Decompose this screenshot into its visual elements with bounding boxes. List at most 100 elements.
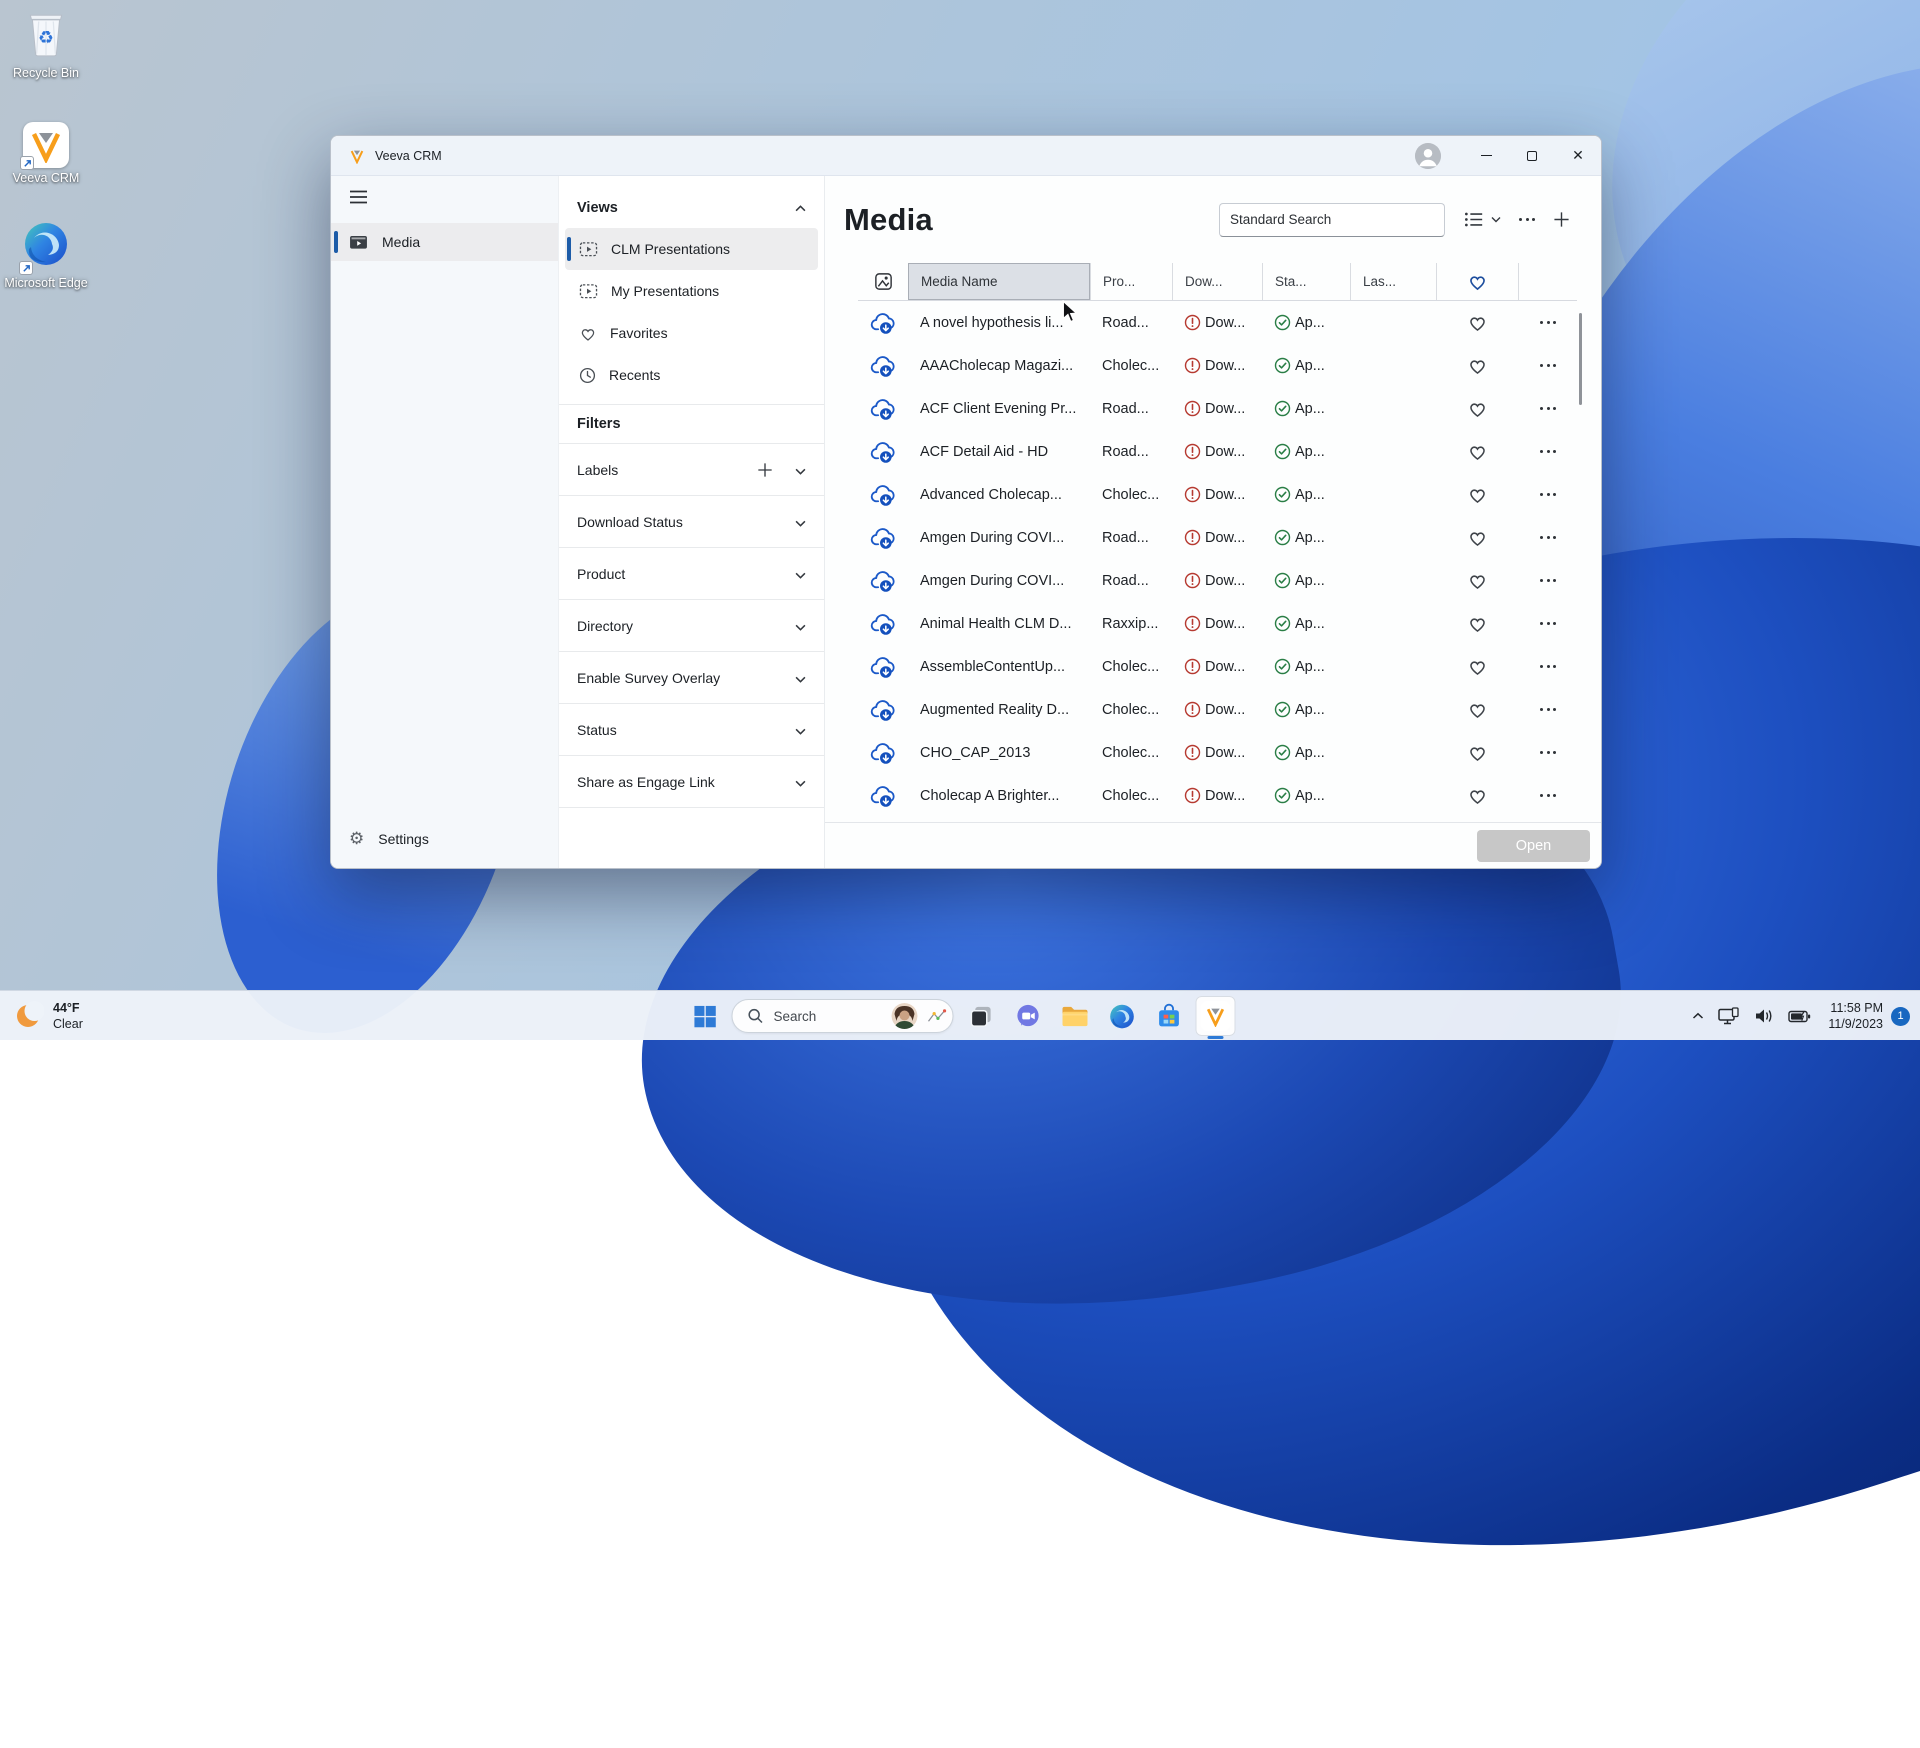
download-status: Dow... bbox=[1172, 529, 1262, 546]
desktop-icon-label: Recycle Bin bbox=[13, 66, 79, 82]
more-icon bbox=[1540, 579, 1556, 582]
hamburger-menu-button[interactable] bbox=[349, 190, 369, 209]
table-row[interactable]: ACF Detail Aid - HD Road... Dow... Ap... bbox=[858, 430, 1577, 473]
tray-volume-button[interactable] bbox=[1747, 1008, 1781, 1024]
close-button[interactable]: ✕ bbox=[1555, 136, 1601, 175]
desktop-icon-recycle-bin[interactable]: ♻ Recycle Bin bbox=[0, 10, 92, 82]
weather-widget[interactable]: 44°F Clear bbox=[14, 991, 83, 1041]
row-more-button[interactable] bbox=[1518, 708, 1578, 711]
filter-row[interactable]: Enable Survey Overlay bbox=[559, 652, 824, 704]
table-row[interactable]: ACF Client Evening Pr... Road... Dow... … bbox=[858, 387, 1577, 430]
filter-row[interactable]: Labels bbox=[559, 444, 824, 496]
column-header-status[interactable]: Sta... bbox=[1262, 263, 1350, 300]
add-label-button[interactable] bbox=[757, 462, 773, 478]
table-row[interactable]: CHO_CAP_2013 Cholec... Dow... Ap... bbox=[858, 731, 1577, 774]
row-more-button[interactable] bbox=[1518, 579, 1578, 582]
tray-chevron-up-button[interactable] bbox=[1685, 1012, 1711, 1020]
edge-button[interactable] bbox=[1102, 996, 1142, 1036]
row-more-button[interactable] bbox=[1518, 622, 1578, 625]
tray-clock[interactable]: 11:58 PM 11/9/2023 bbox=[1828, 1000, 1883, 1033]
row-more-button[interactable] bbox=[1518, 364, 1578, 367]
favorite-heart-button[interactable] bbox=[1436, 743, 1518, 762]
filter-row[interactable]: Product bbox=[559, 548, 824, 600]
favorite-heart-button[interactable] bbox=[1436, 399, 1518, 418]
list-view-button[interactable] bbox=[1455, 203, 1510, 237]
sidebar-item-settings[interactable]: ⚙ Settings bbox=[331, 822, 558, 856]
tray-battery-button[interactable] bbox=[1781, 1010, 1818, 1023]
veeva-crm-taskbar-button[interactable] bbox=[1196, 996, 1236, 1036]
tray-network-button[interactable] bbox=[1711, 1007, 1747, 1025]
favorite-heart-button[interactable] bbox=[1436, 700, 1518, 719]
row-more-button[interactable] bbox=[1518, 493, 1578, 496]
desktop-icon-veeva-crm[interactable]: Veeva CRM bbox=[0, 122, 92, 187]
filter-label: Share as Engage Link bbox=[577, 774, 715, 790]
table-row[interactable]: AAACholecap Magazi... Cholec... Dow... A… bbox=[858, 344, 1577, 387]
favorite-heart-button[interactable] bbox=[1436, 614, 1518, 633]
filter-row[interactable]: Status bbox=[559, 704, 824, 756]
more-options-button[interactable] bbox=[1510, 203, 1544, 237]
file-explorer-button[interactable] bbox=[1055, 996, 1095, 1036]
filter-row[interactable]: Directory bbox=[559, 600, 824, 652]
table-row[interactable]: Amgen During COVI... Road... Dow... Ap..… bbox=[858, 559, 1577, 602]
add-button[interactable] bbox=[1544, 203, 1579, 237]
row-more-button[interactable] bbox=[1518, 794, 1578, 797]
column-header-download[interactable]: Dow... bbox=[1172, 263, 1262, 300]
row-more-button[interactable] bbox=[1518, 751, 1578, 754]
views-header[interactable]: Views bbox=[559, 188, 824, 228]
taskbar-search[interactable]: Search bbox=[732, 999, 954, 1033]
row-more-button[interactable] bbox=[1518, 536, 1578, 539]
filter-row[interactable]: Share as Engage Link bbox=[559, 756, 824, 808]
table-row[interactable]: Augmented Reality D... Cholec... Dow... … bbox=[858, 688, 1577, 731]
view-item[interactable]: Recents bbox=[565, 354, 818, 396]
thumbnail-column-header[interactable] bbox=[858, 263, 908, 300]
task-view-button[interactable] bbox=[961, 996, 1001, 1036]
cloud-download-icon bbox=[858, 569, 908, 593]
chat-button[interactable] bbox=[1008, 996, 1048, 1036]
desktop-icon-microsoft-edge[interactable]: Microsoft Edge bbox=[0, 220, 92, 292]
table-row[interactable]: Advanced Cholecap... Cholec... Dow... Ap… bbox=[858, 473, 1577, 516]
row-more-button[interactable] bbox=[1518, 407, 1578, 410]
media-table-rows: A novel hypothesis li... Road... Dow... … bbox=[858, 301, 1577, 817]
column-header-favorite[interactable] bbox=[1436, 263, 1518, 300]
table-scrollbar[interactable] bbox=[1579, 313, 1582, 405]
table-row[interactable]: Amgen During COVI... Road... Dow... Ap..… bbox=[858, 516, 1577, 559]
column-header-actions bbox=[1518, 263, 1578, 300]
favorite-heart-button[interactable] bbox=[1436, 313, 1518, 332]
favorite-heart-button[interactable] bbox=[1436, 571, 1518, 590]
cloud-download-icon bbox=[858, 698, 908, 722]
standard-search-input[interactable] bbox=[1219, 203, 1445, 237]
page-title: Media bbox=[844, 202, 933, 238]
table-row[interactable]: Cholecap A Brighter... Cholec... Dow... … bbox=[858, 774, 1577, 817]
table-row[interactable]: AssembleContentUp... Cholec... Dow... Ap… bbox=[858, 645, 1577, 688]
notification-badge[interactable]: 1 bbox=[1891, 1007, 1910, 1026]
column-header-product[interactable]: Pro... bbox=[1090, 263, 1172, 300]
moon-icon bbox=[14, 1001, 44, 1031]
open-button[interactable]: Open bbox=[1477, 830, 1590, 862]
row-more-button[interactable] bbox=[1518, 450, 1578, 453]
favorite-heart-button[interactable] bbox=[1436, 356, 1518, 375]
table-row[interactable]: A novel hypothesis li... Road... Dow... … bbox=[858, 301, 1577, 344]
view-item[interactable]: Favorites bbox=[565, 312, 818, 354]
row-more-button[interactable] bbox=[1518, 321, 1578, 324]
favorite-heart-button[interactable] bbox=[1436, 657, 1518, 676]
view-item[interactable]: CLM Presentations bbox=[565, 228, 818, 270]
more-icon bbox=[1540, 364, 1556, 367]
sidebar-item-media[interactable]: Media bbox=[331, 223, 558, 261]
gear-icon: ⚙ bbox=[349, 831, 364, 848]
filter-row[interactable]: Download Status bbox=[559, 496, 824, 548]
view-item[interactable]: My Presentations bbox=[565, 270, 818, 312]
minimize-button[interactable] bbox=[1463, 136, 1509, 175]
microsoft-store-button[interactable] bbox=[1149, 996, 1189, 1036]
table-row[interactable]: Animal Health CLM D... Raxxip... Dow... … bbox=[858, 602, 1577, 645]
favorite-heart-button[interactable] bbox=[1436, 786, 1518, 805]
favorite-heart-button[interactable] bbox=[1436, 485, 1518, 504]
favorite-heart-button[interactable] bbox=[1436, 442, 1518, 461]
favorite-heart-button[interactable] bbox=[1436, 528, 1518, 547]
start-button[interactable] bbox=[685, 996, 725, 1036]
column-header-last[interactable]: Las... bbox=[1350, 263, 1436, 300]
download-status: Dow... bbox=[1172, 314, 1262, 331]
row-more-button[interactable] bbox=[1518, 665, 1578, 668]
maximize-button[interactable] bbox=[1509, 136, 1555, 175]
user-avatar[interactable] bbox=[1415, 143, 1441, 169]
column-header-media-name[interactable]: Media Name bbox=[908, 263, 1090, 300]
